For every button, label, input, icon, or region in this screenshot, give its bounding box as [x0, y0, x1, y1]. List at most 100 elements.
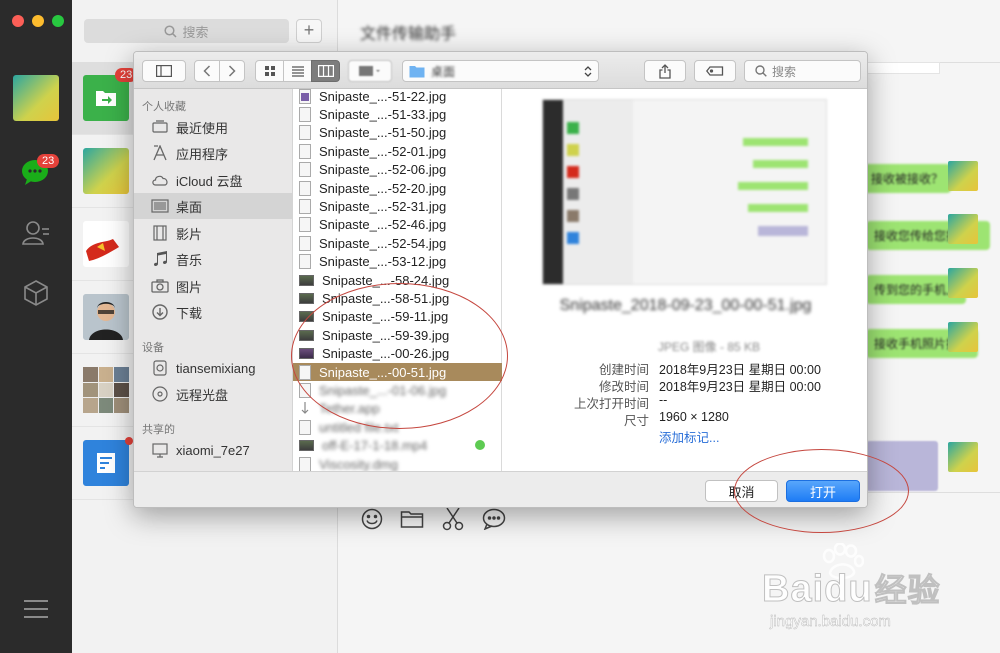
message-bubble[interactable]: 接收被接收？ [863, 164, 952, 193]
chevron-left-icon [203, 65, 211, 77]
meta-last-opened-value: -- [659, 393, 668, 407]
sidebar-item-icloud[interactable]: iCloud 云盘 [134, 167, 293, 193]
location-label: 桌面 [431, 64, 456, 79]
columns-icon [317, 65, 334, 77]
add-tags-link[interactable]: 添加标记... [659, 427, 719, 446]
devices-section-title: 设备 [142, 342, 164, 354]
watermark-brand-2: du [824, 568, 873, 611]
search-icon [164, 24, 178, 38]
file-row[interactable]: Snipaste_...-51-50.jpg [293, 124, 502, 142]
image-file-icon [299, 143, 311, 159]
preview-thumbnail [542, 99, 827, 285]
image-file-icon [299, 88, 311, 104]
app-icon [299, 401, 311, 416]
file-row[interactable]: Snipaste_...-51-22.jpg [293, 87, 502, 105]
search-placeholder: 搜索 [772, 64, 797, 79]
file-row[interactable]: Snipaste_...-52-46.jpg [293, 216, 502, 234]
recent-icon [151, 118, 169, 136]
zoom-window-button[interactable] [52, 15, 64, 27]
contacts-icon[interactable] [20, 217, 52, 249]
unread-badge: 23 [37, 154, 60, 168]
sidebar-item-disk[interactable]: tiansemixiang [134, 355, 293, 381]
favorites-section-title: 个人收藏 [142, 101, 186, 113]
file-row[interactable]: off-E-17-1-18.mp4 [293, 437, 502, 455]
cloud-icon [151, 171, 169, 189]
search-placeholder: 搜索 [182, 24, 209, 40]
search-icon [755, 65, 767, 77]
sidebar-item-pictures[interactable]: 图片 [134, 273, 293, 299]
sender-avatar [948, 214, 978, 244]
minimize-window-button[interactable] [32, 15, 44, 27]
forward-button[interactable] [219, 60, 245, 82]
sender-avatar [948, 442, 978, 472]
disk-icon [151, 359, 169, 377]
sidebar-item-desktop[interactable]: 桌面 [134, 193, 293, 219]
tag-button[interactable] [694, 60, 736, 82]
green-tag-dot [475, 440, 485, 450]
scissors-icon[interactable] [440, 506, 466, 532]
image-file-icon [299, 180, 311, 196]
gallery-view-button[interactable] [348, 60, 392, 82]
dialog-search-input[interactable]: 搜索 [744, 60, 861, 82]
file-row[interactable]: Snipaste_...-52-06.jpg [293, 161, 502, 179]
video-file-icon [299, 440, 314, 452]
doc-avatar [83, 440, 129, 486]
file-row[interactable]: Snipaste_...-51-33.jpg [293, 105, 502, 123]
preview-kind: JPEG 图像 - 85 KB [658, 340, 761, 354]
add-chat-button[interactable]: + [296, 19, 322, 43]
sidebar-item-remote-disc[interactable]: 远程光盘 [134, 381, 293, 407]
file-open-dialog: 桌面 搜索 个人收藏 最近使用 应用程序 iCloud 云盘 桌面 影片 音乐 … [133, 51, 868, 508]
baidu-watermark: Baidu经验 jingyan.baidu.com [761, 543, 992, 643]
gallery-icon [359, 66, 380, 76]
watermark-brand-cn: 经验 [874, 572, 941, 609]
sidebar-item-music[interactable]: 音乐 [134, 246, 293, 272]
chevron-right-icon [228, 65, 236, 77]
text-file-icon [299, 419, 311, 435]
close-window-button[interactable] [12, 15, 24, 27]
file-row[interactable]: Snipaste_...-52-01.jpg [293, 142, 502, 160]
sidebar-toggle-button[interactable] [142, 60, 186, 82]
sidebar-item-movies[interactable]: 影片 [134, 220, 293, 246]
shared-section-title: 共享的 [142, 424, 175, 436]
meta-modified-value: 2018年9月23日 星期日 00:00 [659, 380, 821, 394]
list-icon [291, 66, 304, 77]
icon-view-button[interactable] [255, 60, 284, 82]
back-button[interactable] [194, 60, 220, 82]
file-row[interactable]: Snipaste_...-53-12.jpg [293, 253, 502, 271]
chat-avatar [83, 294, 129, 340]
chat-title: 文件传输助手 [360, 26, 457, 43]
desktop-icon [151, 197, 169, 215]
file-row[interactable]: Snipaste_...-52-20.jpg [293, 179, 502, 197]
file-row[interactable]: Snipaste_...-52-54.jpg [293, 234, 502, 252]
list-view-button[interactable] [283, 60, 312, 82]
chat-bubble-icon[interactable] [481, 506, 507, 532]
chat-search-input[interactable]: 搜索 [84, 19, 289, 43]
wechat-sidebar-rail: 23 [0, 0, 72, 653]
image-thumbnail-icon [299, 274, 314, 286]
user-avatar[interactable] [13, 75, 59, 121]
sidebar-item-applications[interactable]: 应用程序 [134, 140, 293, 166]
applications-icon [151, 144, 169, 162]
favorites-box-icon[interactable] [20, 277, 52, 309]
computer-icon [151, 441, 169, 459]
sidebar-item-downloads[interactable]: 下载 [134, 299, 293, 325]
watermark-url: jingyan.baidu.com [770, 613, 891, 630]
movies-icon [151, 224, 169, 242]
sender-avatar [948, 322, 978, 352]
file-row[interactable]: Snipaste_...-52-31.jpg [293, 197, 502, 215]
meta-dimensions-value: 1960 × 1280 [659, 410, 729, 424]
image-file-icon [299, 107, 311, 123]
image-file-icon [299, 235, 311, 251]
column-view-button[interactable] [311, 60, 340, 82]
folder-icon[interactable] [399, 506, 425, 532]
share-button[interactable] [644, 60, 686, 82]
image-file-icon [299, 217, 311, 233]
sidebar-icon [156, 65, 172, 77]
menu-icon[interactable] [24, 600, 48, 624]
emoji-icon[interactable] [359, 506, 385, 532]
preview-filename: Snipaste_2018-09-23_00-00-51.jpg [559, 297, 812, 314]
location-popup[interactable]: 桌面 [402, 60, 599, 82]
sidebar-item-recents[interactable]: 最近使用 [134, 114, 293, 140]
share-icon [659, 63, 671, 79]
sidebar-item-shared-computer[interactable]: xiaomi_7e27 [134, 437, 293, 463]
